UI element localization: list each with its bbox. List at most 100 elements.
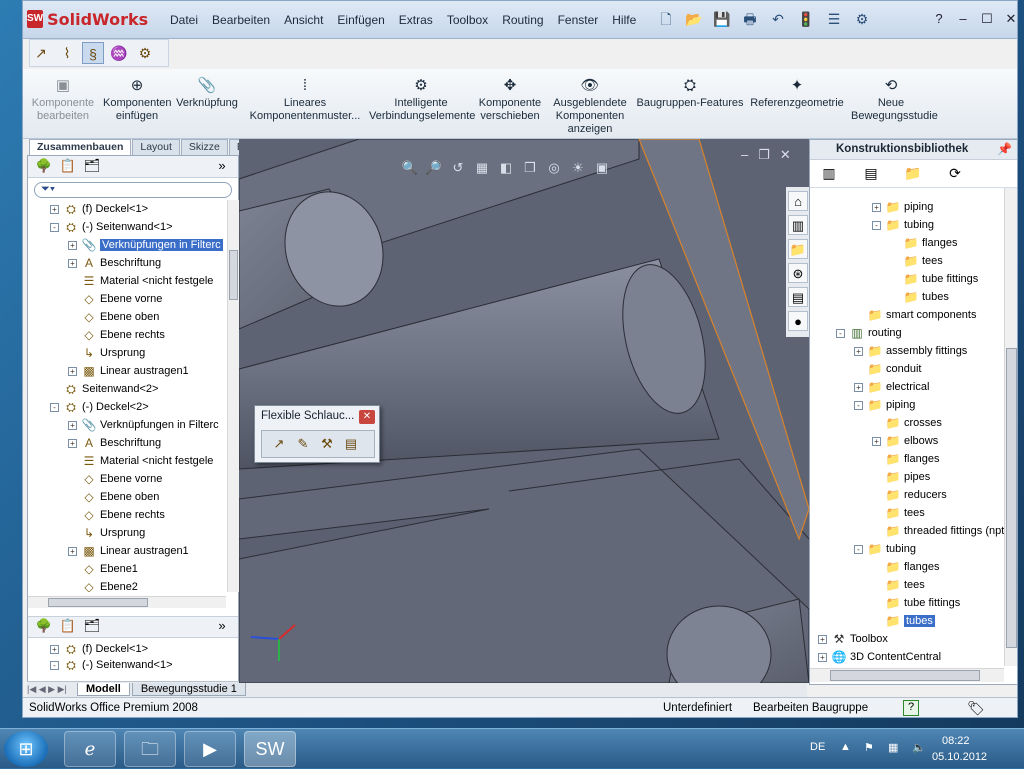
- tree-item[interactable]: ◇ Ebene rechts: [68, 326, 164, 344]
- expand-icon[interactable]: +: [68, 366, 77, 376]
- tree-item[interactable]: - ⛭ (-) Seitenwand<1>: [50, 656, 173, 670]
- tree-item[interactable]: + A Beschriftung: [68, 254, 161, 272]
- library-item[interactable]: 📁 tees: [872, 504, 925, 522]
- view-orientation-icon[interactable]: ◧: [497, 159, 515, 177]
- tab-model[interactable]: Modell: [77, 683, 130, 696]
- expand-icon[interactable]: +: [854, 346, 863, 356]
- scroll-thumb[interactable]: [1006, 348, 1017, 648]
- library-item[interactable]: 📁 tees: [872, 576, 925, 594]
- scroll-thumb[interactable]: [48, 598, 148, 607]
- library-horizontal-scrollbar[interactable]: [810, 668, 1004, 682]
- cmd-edit-component-button[interactable]: ▣ Komponente bearbeiten: [27, 77, 99, 123]
- hose-route-icon[interactable]: ↗: [270, 435, 288, 453]
- viewport-minimize-icon[interactable]: –: [741, 147, 748, 163]
- tree-item[interactable]: + ⛭ (f) Deckel<1>: [50, 200, 148, 218]
- create-folder-icon[interactable]: ▤: [860, 165, 882, 182]
- status-tag-icon[interactable]: 🏷: [967, 700, 985, 717]
- file-explorer-icon[interactable]: 📁: [788, 239, 808, 259]
- property-tab-icon[interactable]: 📋: [58, 158, 78, 176]
- hide-show-icon[interactable]: ◎: [545, 159, 563, 177]
- library-item[interactable]: 📁 crosses: [872, 414, 942, 432]
- expand-icon[interactable]: +: [68, 240, 77, 250]
- expand-icon[interactable]: +: [68, 546, 77, 556]
- route-tool-3-icon[interactable]: §: [82, 42, 104, 64]
- cmd-reference-geometry-button[interactable]: ✦ Referenzgeometrie: [747, 77, 847, 110]
- tree-item[interactable]: ☰ Material <nicht festgele: [68, 452, 214, 470]
- tree-item[interactable]: ☰ Material <nicht festgele: [68, 272, 214, 290]
- library-item[interactable]: 📁 flanges: [872, 450, 940, 468]
- tree-item[interactable]: + ▩ Linear austragen1: [68, 362, 189, 380]
- library-item[interactable]: + ⚒ Toolbox: [818, 630, 888, 648]
- expand-icon[interactable]: +: [68, 438, 77, 448]
- viewport-close-icon[interactable]: ✕: [780, 147, 791, 163]
- collapse-icon[interactable]: -: [50, 402, 59, 412]
- settings-gear-icon[interactable]: ⚙: [851, 9, 873, 29]
- flexible-hose-close-icon[interactable]: ✕: [359, 410, 375, 424]
- library-item[interactable]: 📁 threaded fittings (npt): [872, 522, 1004, 540]
- collapse-icon[interactable]: -: [50, 660, 59, 670]
- view-palette-icon[interactable]: ▤: [788, 287, 808, 307]
- menu-item-6[interactable]: Routing: [495, 11, 550, 31]
- rebuild-traffic-light-icon[interactable]: 🚦: [795, 9, 817, 29]
- library-item[interactable]: 📁 pipes: [872, 468, 931, 486]
- zoom-to-fit-icon[interactable]: 🔍: [401, 159, 419, 177]
- library-item[interactable]: - 📁 tubing: [854, 540, 916, 558]
- tree-item[interactable]: - ⛭ (-) Deckel<2>: [50, 398, 149, 416]
- library-item[interactable]: 📁 conduit: [854, 360, 922, 378]
- expand-chevron-icon[interactable]: »: [212, 618, 232, 636]
- start-button-icon[interactable]: ⊞: [4, 731, 48, 767]
- volume-icon[interactable]: 🔈: [912, 741, 926, 754]
- library-item[interactable]: 📁 flanges: [872, 558, 940, 576]
- tree-item[interactable]: ◇ Ebene2: [68, 578, 138, 593]
- options-icon[interactable]: ☰: [823, 9, 845, 29]
- expand-icon[interactable]: +: [872, 436, 881, 446]
- hose-properties-icon[interactable]: ▤: [342, 435, 360, 453]
- tab-0[interactable]: Zusammenbauen: [29, 139, 132, 155]
- file-explorer-taskbar-icon[interactable]: 🗀: [124, 731, 176, 767]
- cmd-show-hidden-button[interactable]: 👁 Ausgeblendete Komponenten anzeigen: [549, 77, 631, 136]
- expand-icon[interactable]: +: [872, 202, 881, 212]
- library-item[interactable]: 📁 tube fittings: [890, 270, 979, 288]
- route-tool-4-icon[interactable]: ♒: [108, 42, 130, 64]
- library-item[interactable]: 📁 reducers: [872, 486, 947, 504]
- viewport-restore-icon[interactable]: ❐: [758, 147, 770, 163]
- tree-item[interactable]: ◇ Ebene oben: [68, 308, 159, 326]
- menu-item-1[interactable]: Bearbeiten: [205, 11, 277, 31]
- tab-1[interactable]: Layout: [132, 139, 180, 155]
- cmd-mate-button[interactable]: 📎 Verknüpfung: [173, 77, 241, 110]
- tree-horizontal-scrollbar[interactable]: [28, 596, 226, 608]
- open-folder-icon[interactable]: 📂: [683, 9, 705, 29]
- scroll-thumb[interactable]: [229, 250, 238, 300]
- feature-tree-tab-icon[interactable]: 🌳: [34, 618, 54, 636]
- cmd-assembly-features-button[interactable]: ⛭ Baugruppen-Features: [635, 77, 745, 110]
- library-item[interactable]: 📁 tubes: [872, 612, 935, 630]
- tree-item[interactable]: ◇ Ebene vorne: [68, 290, 162, 308]
- maximize-icon[interactable]: ☐: [977, 9, 997, 29]
- expand-chevron-icon[interactable]: »: [212, 158, 232, 176]
- expand-icon[interactable]: +: [818, 634, 827, 644]
- folder-icon[interactable]: 📁: [902, 165, 924, 182]
- save-icon[interactable]: 💾: [711, 9, 733, 29]
- tree-item[interactable]: ◇ Ebene oben: [68, 488, 159, 506]
- action-center-icon[interactable]: ⚑: [864, 741, 874, 754]
- library-vertical-scrollbar[interactable]: [1004, 188, 1017, 666]
- tree-filter-input[interactable]: ⏷▾: [34, 182, 232, 198]
- refresh-icon[interactable]: ⟳: [944, 165, 966, 182]
- cmd-move-component-button[interactable]: ✥ Komponente verschieben: [475, 77, 545, 123]
- media-player-icon[interactable]: ▶: [184, 731, 236, 767]
- apply-scene-icon[interactable]: ☀: [569, 159, 587, 177]
- expand-icon[interactable]: +: [818, 652, 827, 662]
- library-item[interactable]: + 📁 piping: [872, 198, 933, 216]
- config-tab-icon[interactable]: 🗂: [82, 158, 102, 176]
- tree-item[interactable]: + 📎 Verknüpfungen in Filterc: [68, 416, 219, 434]
- tree-item[interactable]: + 📎 Verknüpfungen in Filterc: [68, 236, 223, 254]
- tree-item[interactable]: - ⛭ (-) Seitenwand<1>: [50, 218, 173, 236]
- hose-fitting-icon[interactable]: ⚒: [318, 435, 336, 453]
- library-item[interactable]: 📁 tubes: [890, 288, 949, 306]
- menu-item-3[interactable]: Einfügen: [330, 11, 391, 31]
- view-settings-icon[interactable]: ▣: [593, 159, 611, 177]
- tab-nav-arrows-icon[interactable]: |◀ ◀ ▶ ▶|: [27, 684, 77, 695]
- expand-icon[interactable]: +: [50, 204, 59, 214]
- collapse-icon[interactable]: -: [872, 220, 881, 230]
- expand-icon[interactable]: +: [68, 258, 77, 268]
